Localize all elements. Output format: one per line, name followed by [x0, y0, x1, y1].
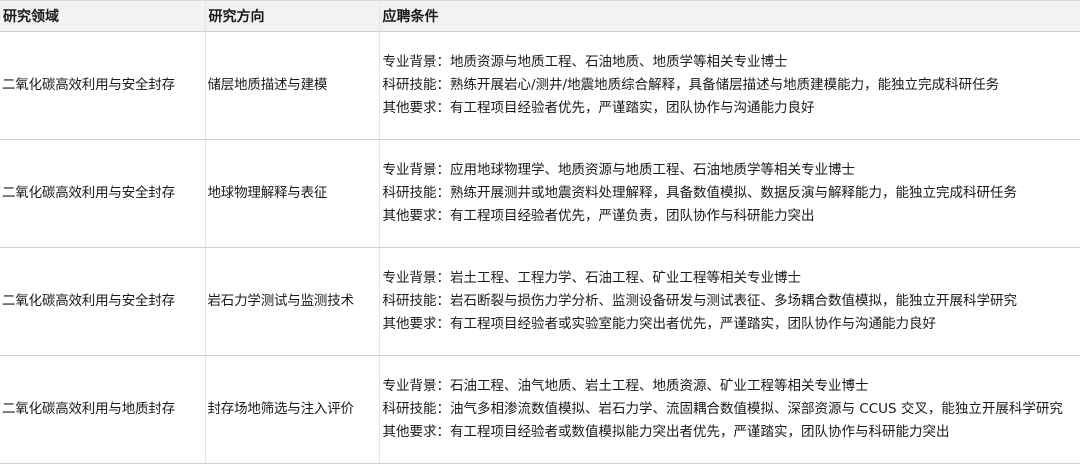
header-research-area: 研究领域: [0, 0, 206, 32]
cell-research-area: 二氧化碳高效利用与安全封存: [0, 247, 206, 356]
cell-research-area: 二氧化碳高效利用与地质封存: [0, 355, 206, 464]
requirement-other: 其他要求：有工程项目经验者或实验室能力突出者优先，严谨踏实，团队协作与沟通能力良…: [382, 315, 937, 332]
cell-research-direction: 储层地质描述与建模: [205, 31, 380, 140]
cell-research-direction: 地球物理解释与表征: [205, 139, 380, 248]
recruitment-table: 研究领域 研究方向 应聘条件 二氧化碳高效利用与安全封存 储层地质描述与建模 专…: [0, 0, 1080, 464]
cell-requirements: 专业背景：石油工程、油气地质、岩土工程、地质资源、矿业工程等相关专业博士 科研技…: [379, 355, 1080, 464]
requirement-skills: 科研技能：油气多相渗流数值模拟、岩石力学、流固耦合数值模拟、深部资源与 CCUS…: [382, 401, 1063, 418]
requirement-background: 专业背景：地质资源与地质工程、石油地质、地质学等相关专业博士: [382, 54, 788, 71]
cell-requirements: 专业背景：地质资源与地质工程、石油地质、地质学等相关专业博士 科研技能：熟练开展…: [379, 31, 1080, 140]
cell-research-area: 二氧化碳高效利用与安全封存: [0, 31, 206, 140]
requirement-other: 其他要求：有工程项目经验者优先，严谨负责，团队协作与科研能力突出: [382, 207, 815, 224]
cell-requirements: 专业背景：岩土工程、工程力学、石油工程、矿业工程等相关专业博士 科研技能：岩石断…: [379, 247, 1080, 356]
requirement-skills: 科研技能：岩石断裂与损伤力学分析、监测设备研发与测试表征、多场耦合数值模拟，能独…: [382, 293, 1018, 310]
requirement-skills: 科研技能：熟练开展测井或地震资料处理解释，具备数值模拟、数据反演与解释能力，能独…: [382, 185, 1018, 202]
cell-research-direction: 岩石力学测试与监测技术: [205, 247, 380, 356]
table-row: 二氧化碳高效利用与地质封存 封存场地筛选与注入评价 专业背景：石油工程、油气地质…: [0, 355, 1080, 464]
table-row: 二氧化碳高效利用与安全封存 储层地质描述与建模 专业背景：地质资源与地质工程、石…: [0, 31, 1080, 140]
requirement-other: 其他要求：有工程项目经验者优先，严谨踏实，团队协作与沟通能力良好: [382, 99, 815, 116]
cell-research-area: 二氧化碳高效利用与安全封存: [0, 139, 206, 248]
requirement-skills: 科研技能：熟练开展岩心/测井/地震地质综合解释，具备储层描述与地质建模能力，能独…: [382, 77, 1000, 94]
requirement-background: 专业背景：应用地球物理学、地质资源与地质工程、石油地质学等相关专业博士: [382, 162, 856, 179]
header-research-direction: 研究方向: [205, 0, 380, 32]
cell-requirements: 专业背景：应用地球物理学、地质资源与地质工程、石油地质学等相关专业博士 科研技能…: [379, 139, 1080, 248]
requirement-background: 专业背景：石油工程、油气地质、岩土工程、地质资源、矿业工程等相关专业博士: [382, 378, 869, 395]
table-row: 二氧化碳高效利用与安全封存 地球物理解释与表征 专业背景：应用地球物理学、地质资…: [0, 139, 1080, 248]
requirement-other: 其他要求：有工程项目经验者或数值模拟能力突出者优先，严谨踏实，团队协作与科研能力…: [382, 423, 950, 440]
table-header-row: 研究领域 研究方向 应聘条件: [0, 0, 1080, 32]
cell-research-direction: 封存场地筛选与注入评价: [205, 355, 380, 464]
header-requirements: 应聘条件: [379, 0, 1080, 32]
requirement-background: 专业背景：岩土工程、工程力学、石油工程、矿业工程等相关专业博士: [382, 270, 802, 287]
table-row: 二氧化碳高效利用与安全封存 岩石力学测试与监测技术 专业背景：岩土工程、工程力学…: [0, 247, 1080, 356]
